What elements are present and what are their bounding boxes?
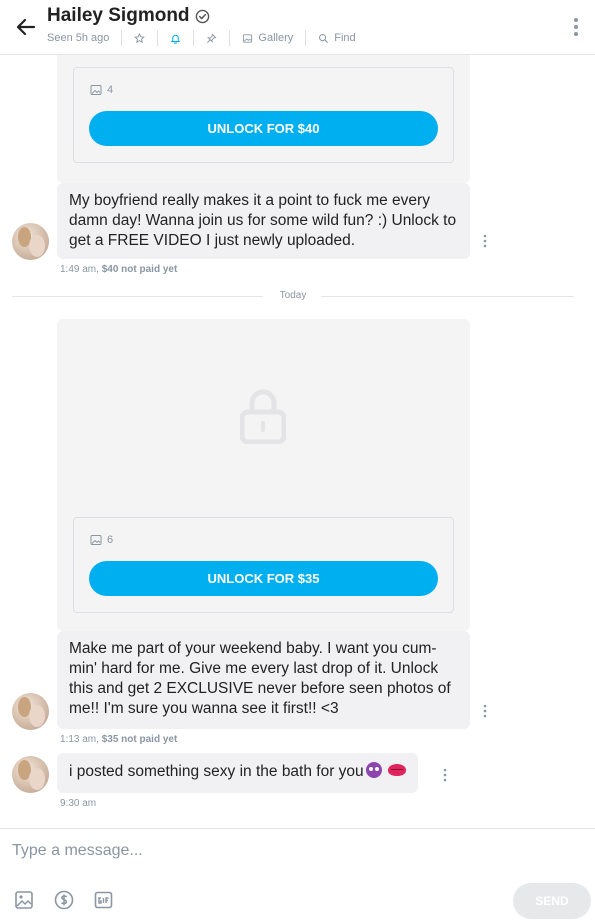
contact-name[interactable]: Hailey Sigmond	[47, 5, 190, 27]
pin-button[interactable]	[206, 32, 217, 44]
message-input[interactable]	[12, 839, 572, 863]
message-meta: 9:30 am	[60, 798, 96, 809]
find-button[interactable]: Find	[318, 32, 356, 44]
header-toolbar: Seen 5h ago Gallery Find	[47, 30, 356, 46]
gif-icon[interactable]	[93, 889, 115, 911]
message-bubble: i posted something sexy in the bath for …	[57, 753, 418, 793]
back-arrow-icon[interactable]	[12, 13, 40, 41]
smiling-devil-emoji	[365, 762, 382, 778]
message-meta: 1:13 am, $35 not paid yet	[60, 734, 177, 745]
unlock-button[interactable]: UNLOCK FOR $40	[89, 111, 438, 146]
chat-area[interactable]: 4 UNLOCK FOR $40 My boyfriend really mak…	[0, 55, 595, 828]
message-time: 1:13 am,	[60, 734, 99, 745]
more-vertical-icon[interactable]	[480, 703, 490, 719]
message-bubble: My boyfriend really makes it a point to …	[57, 183, 470, 259]
avatar[interactable]	[12, 693, 49, 730]
image-upload-icon[interactable]	[13, 889, 35, 911]
image-icon	[90, 85, 102, 95]
locked-media-card: 6 UNLOCK FOR $35	[57, 319, 470, 631]
avatar[interactable]	[12, 223, 49, 260]
gallery-icon	[243, 33, 253, 43]
avatar[interactable]	[12, 756, 49, 793]
payment-status: $40 not paid yet	[101, 264, 178, 275]
unlock-button[interactable]: UNLOCK FOR $35	[89, 561, 438, 596]
locked-media-card: 4 UNLOCK FOR $40	[57, 55, 470, 183]
chat-header: Hailey Sigmond Seen 5h ago Gallery Find	[0, 0, 595, 55]
notifications-button[interactable]	[170, 33, 181, 44]
find-label: Find	[334, 32, 356, 44]
kiss-mark-emoji	[387, 764, 406, 776]
send-button[interactable]: SEND	[513, 883, 591, 919]
media-info-box: 4 UNLOCK FOR $40	[73, 67, 454, 163]
last-seen: Seen 5h ago	[47, 32, 110, 44]
pin-icon	[207, 32, 217, 43]
gallery-button[interactable]: Gallery	[242, 32, 293, 44]
more-vertical-icon[interactable]	[480, 233, 490, 249]
favorite-button[interactable]	[134, 32, 146, 44]
message-time: 1:49 am,	[60, 264, 99, 275]
more-vertical-icon[interactable]	[440, 767, 450, 783]
payment-status: $35 not paid yet	[101, 734, 178, 745]
message-time: 9:30 am	[60, 798, 97, 809]
search-icon	[319, 33, 329, 43]
media-count-value: 4	[107, 84, 114, 96]
bell-icon	[170, 34, 181, 44]
title-wrap: Hailey Sigmond	[47, 5, 210, 27]
price-dollar-icon[interactable]	[53, 889, 75, 911]
star-icon	[134, 32, 146, 43]
lock-icon	[240, 389, 286, 444]
date-divider: Today	[12, 290, 574, 301]
more-vertical-icon[interactable]	[568, 16, 584, 38]
message-meta: 1:49 am, $40 not paid yet	[60, 264, 177, 275]
message-composer: SEND	[0, 828, 595, 920]
message-text: i posted something sexy in the bath for …	[69, 763, 364, 780]
media-count-value: 6	[107, 534, 114, 546]
media-count: 4	[90, 84, 113, 96]
image-icon	[90, 535, 102, 545]
media-count: 6	[90, 534, 113, 546]
gallery-label: Gallery	[258, 32, 294, 44]
verified-icon	[195, 9, 209, 23]
message-bubble: Make me part of your weekend baby. I wan…	[57, 631, 470, 729]
media-info-box: 6 UNLOCK FOR $35	[73, 517, 454, 613]
